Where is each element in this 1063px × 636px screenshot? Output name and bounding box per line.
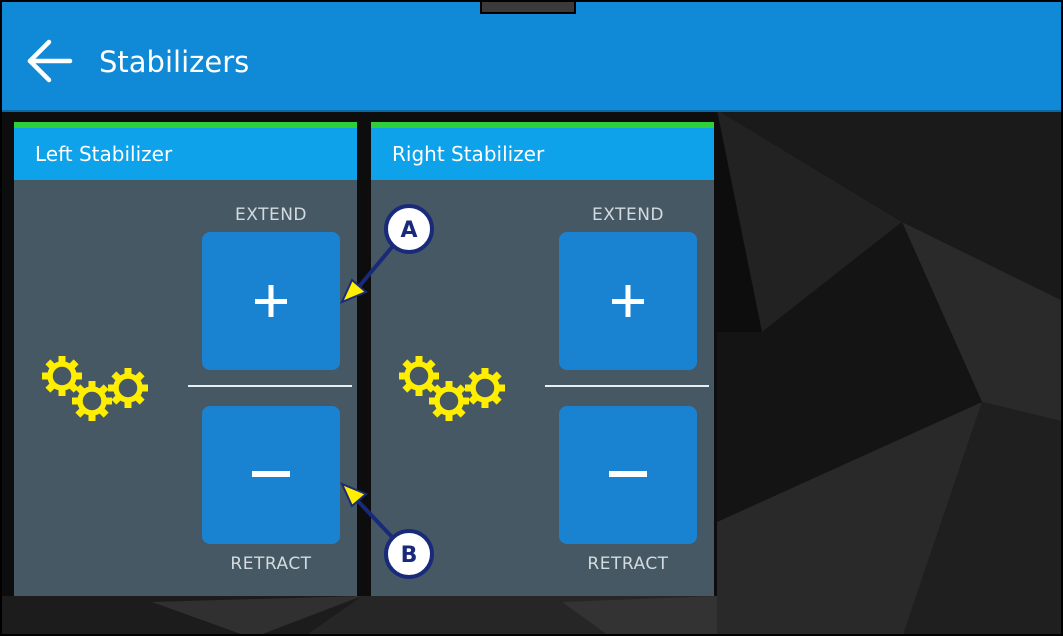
back-button[interactable]: [24, 38, 74, 84]
gears-icon: [42, 356, 148, 421]
retract-label: RETRACT: [587, 554, 669, 574]
callout-a: A: [340, 204, 434, 304]
top-tab: [480, 2, 576, 14]
extend-label: EXTEND: [591, 205, 665, 225]
divider: [188, 385, 352, 387]
divider: [545, 385, 709, 387]
retract-button[interactable]: [202, 406, 340, 544]
plus-icon: [612, 285, 644, 317]
retract-label: RETRACT: [230, 554, 312, 574]
screen-frame: Stabilizers Left Stabilizer EXTEND RETRA…: [0, 0, 1063, 636]
extend-button[interactable]: [202, 232, 340, 370]
minus-icon: [609, 471, 647, 477]
page-title: Stabilizers: [99, 45, 250, 79]
panel-title: Left Stabilizer: [14, 128, 357, 180]
plus-icon: [255, 285, 287, 317]
callout-letter: B: [401, 543, 418, 568]
gears-icon: [399, 356, 505, 421]
left-stabilizer-panel: Left Stabilizer EXTEND RETRACT: [14, 122, 357, 596]
callout-letter: A: [400, 218, 417, 243]
retract-button[interactable]: [559, 406, 697, 544]
minus-icon: [252, 471, 290, 477]
callout-b: B: [340, 482, 434, 579]
extend-button[interactable]: [559, 232, 697, 370]
extend-label: EXTEND: [234, 205, 308, 225]
panel-title: Right Stabilizer: [371, 128, 714, 180]
callout-arrow-icon: [340, 482, 368, 508]
arrow-left-icon: [27, 39, 73, 83]
app-header: Stabilizers: [2, 2, 1061, 112]
